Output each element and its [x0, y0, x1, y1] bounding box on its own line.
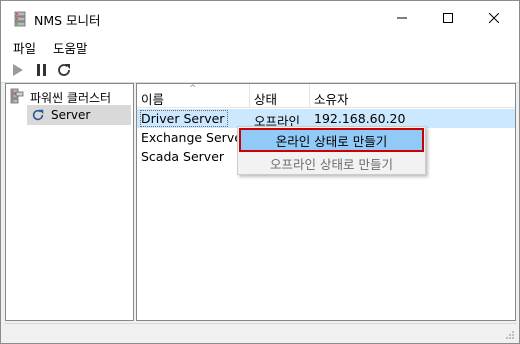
- nms-monitor-window: NMS 모니터 파일 도움말 파워씬 클러스터 Server 이름 ^ 상태 소…: [0, 0, 520, 344]
- sort-ascending-icon: ^: [189, 84, 197, 94]
- server-list: 이름 ^ 상태 소유자 Driver Server 오프라인 192.168.6…: [136, 83, 516, 321]
- column-header-owner-label: 소유자: [314, 92, 349, 107]
- minimize-button[interactable]: [379, 1, 425, 35]
- row-name: Driver Server: [139, 110, 229, 127]
- list-header: 이름 ^ 상태 소유자: [137, 84, 515, 108]
- window-title: NMS 모니터: [34, 13, 101, 28]
- menu-file[interactable]: 파일: [13, 38, 36, 57]
- menu-item-take-offline[interactable]: 오프라인 상태로 만들기: [240, 152, 423, 174]
- close-icon: [489, 13, 499, 23]
- context-menu: 온라인 상태로 만들기 오프라인 상태로 만들기: [237, 126, 426, 175]
- status-bar: [5, 323, 517, 341]
- play-icon: [13, 64, 23, 76]
- toolbar: [1, 57, 519, 83]
- title-bar[interactable]: NMS 모니터: [1, 1, 519, 35]
- maximize-icon: [443, 13, 453, 23]
- refresh-icon: [58, 64, 70, 76]
- minimize-icon: [397, 17, 407, 19]
- tree-item-server[interactable]: Server: [27, 105, 131, 125]
- close-button[interactable]: [471, 1, 517, 35]
- menu-help[interactable]: 도움말: [53, 38, 88, 57]
- column-header-owner[interactable]: 소유자: [310, 84, 515, 108]
- column-header-name-label: 이름: [141, 92, 165, 107]
- menu-bar: 파일 도움말: [1, 35, 519, 57]
- cluster-icon: [10, 88, 24, 107]
- play-button[interactable]: [8, 60, 28, 80]
- row-owner: 192.168.60.20: [314, 111, 406, 126]
- column-header-status-label: 상태: [254, 92, 278, 107]
- server-app-icon: [13, 11, 27, 27]
- pause-icon: [37, 64, 46, 76]
- pause-button[interactable]: [32, 60, 52, 80]
- column-header-name[interactable]: 이름 ^: [137, 84, 250, 108]
- tree-root-label: 파워씬 클러스터: [30, 90, 112, 105]
- row-name: Exchange Server: [141, 130, 248, 145]
- resize-grip-icon[interactable]: [505, 329, 515, 339]
- tree-root-cluster[interactable]: 파워씬 클러스터: [10, 88, 111, 106]
- refresh-button[interactable]: [54, 60, 74, 80]
- column-header-status[interactable]: 상태: [250, 84, 310, 108]
- menu-item-bring-online[interactable]: 온라인 상태로 만들기: [239, 128, 424, 152]
- maximize-button[interactable]: [425, 1, 471, 35]
- cluster-tree[interactable]: 파워씬 클러스터 Server: [5, 83, 134, 321]
- tree-item-label: Server: [51, 108, 91, 122]
- refresh-icon: [31, 108, 45, 122]
- row-name: Scada Server: [141, 149, 225, 164]
